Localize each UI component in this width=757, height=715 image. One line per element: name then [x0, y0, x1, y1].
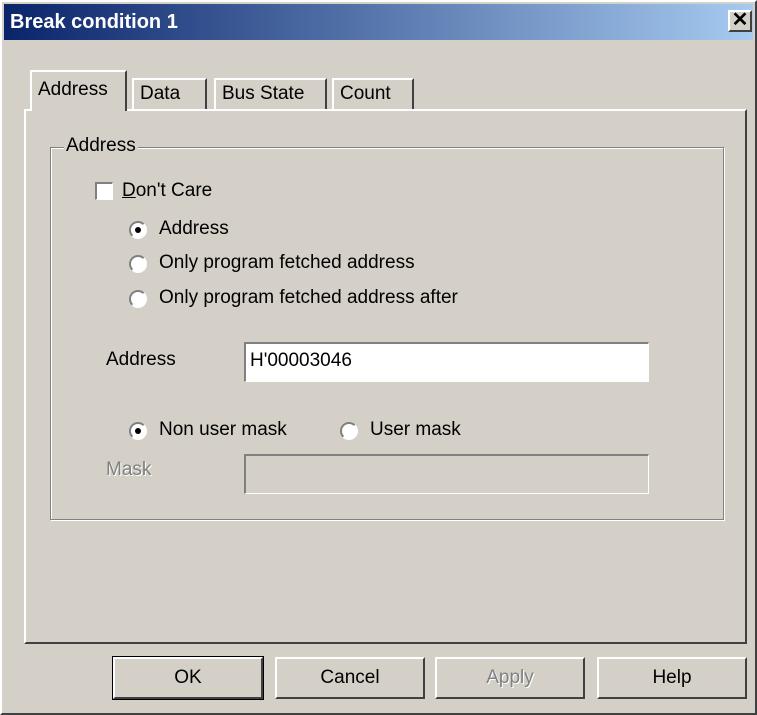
radio-address-label[interactable]: Address — [159, 218, 229, 240]
radio-only-program-fetched[interactable] — [129, 255, 147, 273]
radio-non-user-mask-label[interactable]: Non user mask — [159, 419, 287, 441]
dont-care-checkbox[interactable] — [95, 182, 113, 200]
address-group-legend: Address — [64, 135, 138, 157]
radio-only-program-fetched-after-label[interactable]: Only program fetched address after — [159, 287, 458, 309]
radio-only-program-fetched-after[interactable] — [129, 290, 147, 308]
radio-only-program-fetched-label[interactable]: Only program fetched address — [159, 252, 415, 274]
tab-address[interactable]: Address — [30, 70, 127, 111]
radio-non-user-mask[interactable] — [129, 422, 147, 440]
tab-count[interactable]: Count — [332, 78, 414, 109]
close-button[interactable]: ✕ — [728, 10, 752, 32]
tab-data-label: Data — [140, 83, 181, 104]
address-input-value: H'00003046 — [250, 350, 352, 371]
radio-user-mask[interactable] — [340, 422, 358, 440]
mask-input[interactable] — [244, 454, 649, 494]
tab-bus-state[interactable]: Bus State — [214, 78, 327, 109]
title-bar[interactable]: Break condition 1 ✕ — [4, 4, 753, 40]
dialog-window: Break condition 1 ✕ Address Data Bus Sta… — [0, 0, 757, 715]
cancel-button[interactable]: Cancel — [275, 657, 425, 699]
address-field-label: Address — [106, 349, 176, 370]
help-button-label: Help — [652, 667, 692, 688]
radio-user-mask-label[interactable]: User mask — [370, 419, 461, 441]
radio-address[interactable] — [129, 221, 147, 239]
help-button[interactable]: Help — [597, 657, 747, 699]
tab-data[interactable]: Data — [132, 78, 207, 109]
ok-button-label: OK — [174, 667, 202, 688]
apply-button-label: Apply — [486, 667, 534, 688]
window-title: Break condition 1 — [10, 11, 178, 33]
mask-field-label: Mask — [106, 459, 152, 480]
address-input[interactable]: H'00003046 — [244, 342, 649, 382]
dont-care-label[interactable]: Don't Care — [122, 180, 212, 202]
tab-address-label: Address — [38, 79, 108, 100]
cancel-button-label: Cancel — [320, 667, 380, 688]
apply-button[interactable]: Apply — [435, 657, 585, 699]
ok-button[interactable]: OK — [112, 656, 264, 700]
tab-count-label: Count — [340, 83, 391, 104]
tab-bus-state-label: Bus State — [222, 83, 305, 104]
close-icon: ✕ — [731, 9, 749, 31]
